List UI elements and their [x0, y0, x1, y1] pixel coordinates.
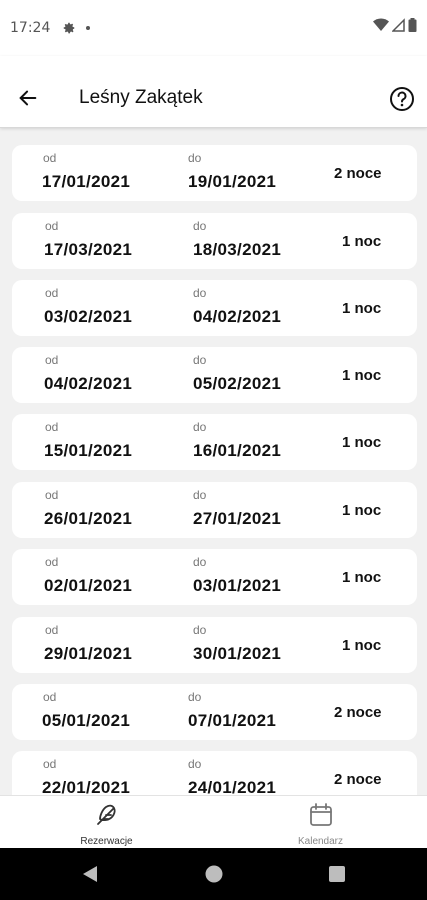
status-time: 17:24 — [10, 20, 51, 36]
to-label: do — [193, 623, 207, 637]
system-recents-icon[interactable] — [327, 864, 347, 884]
from-date: 22/01/2021 — [42, 778, 131, 795]
reservation-card[interactable]: od 02/01/2021 do 03/01/2021 1 noc — [12, 549, 417, 605]
to-label: do — [193, 353, 207, 367]
to-date: 18/03/2021 — [193, 240, 282, 259]
settings-gear-icon — [64, 22, 75, 34]
to-date: 05/02/2021 — [193, 374, 282, 393]
page-title: Leśny Zakątek — [79, 87, 203, 108]
from-date: 15/01/2021 — [44, 441, 133, 460]
reservation-card[interactable]: od 17/03/2021 do 18/03/2021 1 noc — [12, 213, 417, 269]
from-label: od — [43, 690, 57, 704]
to-date: 04/02/2021 — [193, 307, 282, 326]
nights-count: 1 noc — [342, 637, 382, 654]
from-date: 03/02/2021 — [44, 307, 133, 326]
to-label: do — [193, 555, 207, 569]
from-date: 29/01/2021 — [44, 644, 133, 663]
reservation-card[interactable]: od 05/01/2021 do 07/01/2021 2 noce — [12, 684, 417, 740]
feather-icon — [96, 804, 115, 825]
from-date: 17/03/2021 — [44, 240, 133, 259]
help-circle-icon — [390, 87, 414, 111]
nights-count: 2 noce — [334, 165, 382, 182]
from-label: od — [45, 286, 59, 300]
system-navigation-bar — [0, 848, 427, 900]
app-bar: Leśny Zakątek — [0, 56, 427, 128]
to-label: do — [188, 151, 202, 165]
from-label: od — [45, 219, 59, 233]
to-label: do — [188, 690, 202, 704]
status-bar: 17:24 — [0, 0, 427, 56]
to-date: 19/01/2021 — [188, 172, 277, 191]
to-label: do — [193, 488, 207, 502]
reservation-card[interactable]: od 17/01/2021 do 19/01/2021 2 noce — [12, 145, 417, 201]
back-button[interactable] — [14, 84, 42, 112]
reservation-card[interactable]: od 22/01/2021 do 24/01/2021 2 noce — [12, 751, 417, 795]
nights-count: 2 noce — [334, 771, 382, 788]
nav-item-reservations[interactable]: Rezerwacje — [0, 796, 213, 849]
battery-icon — [408, 18, 417, 32]
signal-icon — [392, 18, 405, 32]
reservation-card[interactable]: od 03/02/2021 do 04/02/2021 1 noc — [12, 280, 417, 336]
system-back-icon[interactable] — [80, 864, 100, 884]
from-label: od — [43, 757, 57, 771]
from-label: od — [45, 623, 59, 637]
from-label: od — [45, 420, 59, 434]
to-label: do — [188, 757, 202, 771]
to-date: 03/01/2021 — [193, 576, 282, 595]
arrow-back-icon — [19, 90, 37, 106]
reservation-list[interactable]: od 17/01/2021 do 19/01/2021 2 noce od 17… — [0, 128, 427, 795]
nights-count: 1 noc — [342, 233, 382, 250]
status-icons — [373, 18, 417, 32]
help-button[interactable] — [387, 84, 417, 114]
to-label: do — [193, 420, 207, 434]
from-date: 17/01/2021 — [42, 172, 131, 191]
from-date: 04/02/2021 — [44, 374, 133, 393]
nights-count: 1 noc — [342, 300, 382, 317]
wifi-icon — [373, 18, 389, 31]
to-date: 30/01/2021 — [193, 644, 282, 663]
nights-count: 1 noc — [342, 434, 382, 451]
nav-item-calendar[interactable]: Kalendarz — [214, 796, 427, 849]
system-home-icon[interactable] — [204, 864, 224, 884]
nav-label-calendar: Kalendarz — [297, 836, 344, 847]
notification-dot-icon — [86, 26, 91, 30]
calendar-icon — [309, 803, 332, 826]
to-date: 24/01/2021 — [188, 778, 277, 795]
nights-count: 1 noc — [342, 569, 382, 586]
to-date: 07/01/2021 — [188, 711, 277, 730]
from-label: od — [45, 353, 59, 367]
from-label: od — [45, 488, 59, 502]
to-date: 16/01/2021 — [193, 441, 282, 460]
nights-count: 1 noc — [342, 502, 382, 519]
from-date: 26/01/2021 — [44, 509, 133, 528]
from-label: od — [45, 555, 59, 569]
reservation-card[interactable]: od 04/02/2021 do 05/02/2021 1 noc — [12, 347, 417, 403]
to-label: do — [193, 219, 207, 233]
reservation-card[interactable]: od 26/01/2021 do 27/01/2021 1 noc — [12, 482, 417, 538]
nights-count: 1 noc — [342, 367, 382, 384]
from-label: od — [43, 151, 57, 165]
nav-label-reservations: Rezerwacje — [80, 836, 133, 847]
bottom-navigation: Rezerwacje Kalendarz — [0, 795, 427, 848]
to-date: 27/01/2021 — [193, 509, 282, 528]
from-date: 05/01/2021 — [42, 711, 131, 730]
to-label: do — [193, 286, 207, 300]
reservation-card[interactable]: od 15/01/2021 do 16/01/2021 1 noc — [12, 414, 417, 470]
nights-count: 2 noce — [334, 704, 382, 721]
reservation-card[interactable]: od 29/01/2021 do 30/01/2021 1 noc — [12, 617, 417, 673]
from-date: 02/01/2021 — [44, 576, 133, 595]
